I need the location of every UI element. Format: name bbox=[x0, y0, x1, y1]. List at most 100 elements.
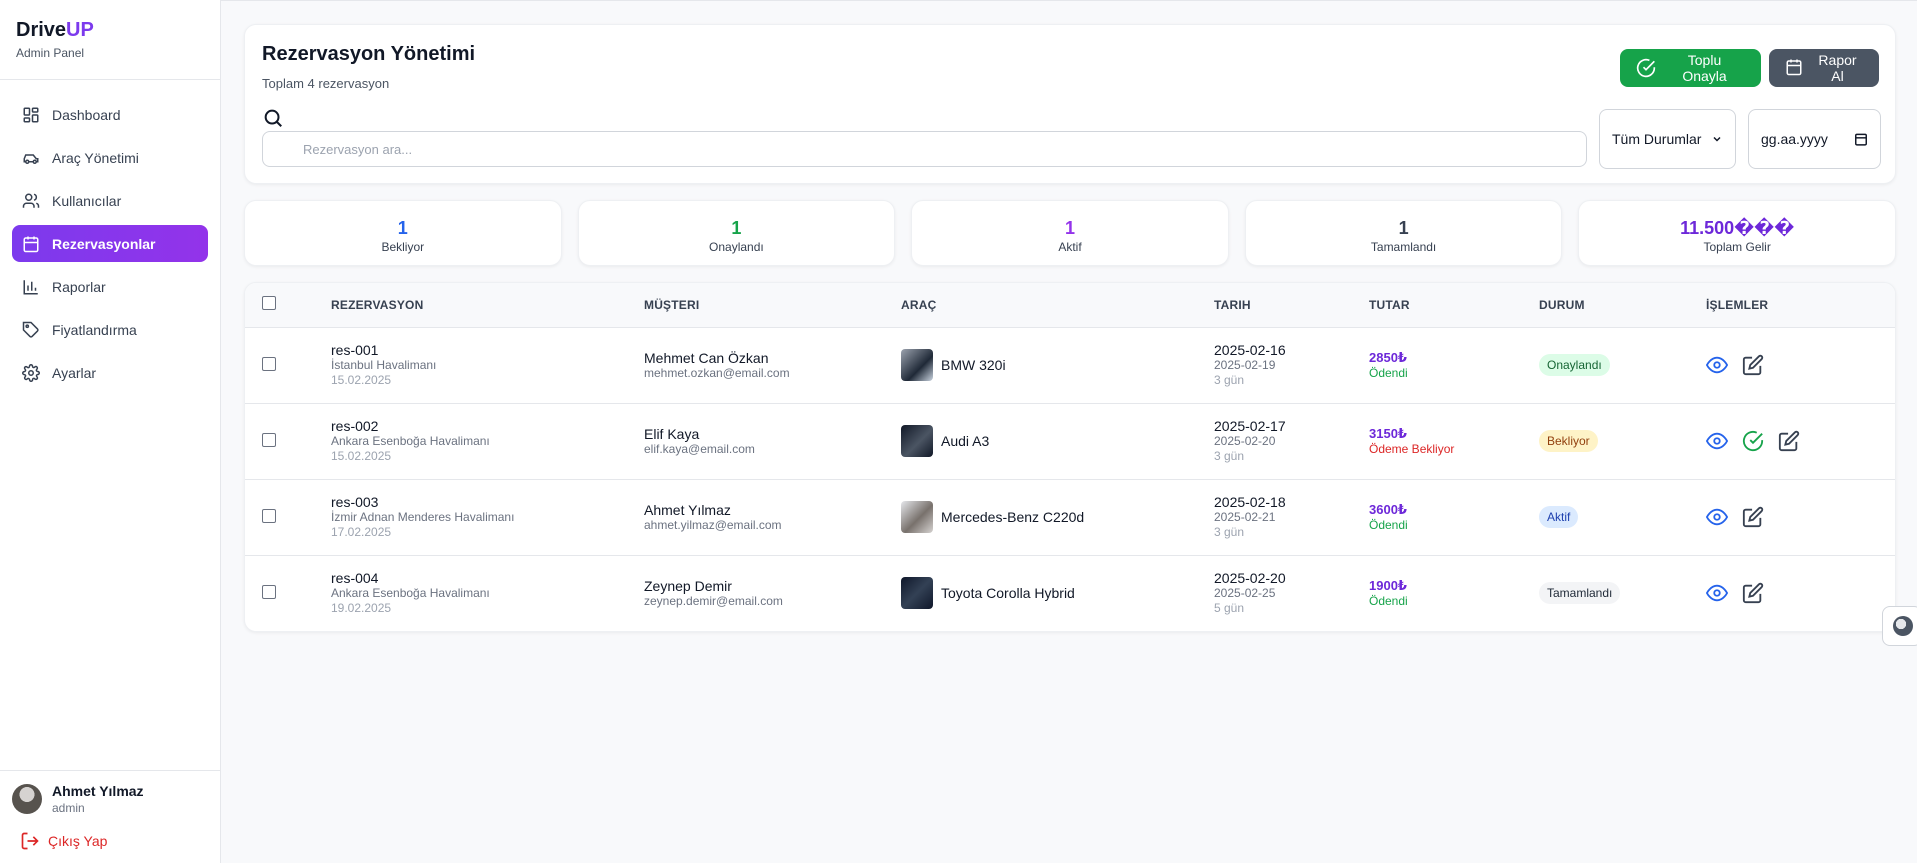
status-badge: Aktif bbox=[1539, 506, 1579, 528]
payment-status: Ödendi bbox=[1369, 518, 1408, 532]
table-header-row: REZERVASYON MÜŞTERI ARAÇ TARIH TUTAR DUR… bbox=[245, 283, 1895, 327]
bar-chart-icon bbox=[22, 278, 40, 296]
stat-card-revenue: 11.500��� Toplam Gelir bbox=[1578, 200, 1896, 266]
chevron-down-icon bbox=[1711, 133, 1723, 145]
sidebar-item-label: Raporlar bbox=[52, 278, 106, 295]
view-icon[interactable] bbox=[1706, 582, 1728, 604]
car-name: Mercedes-Benz C220d bbox=[941, 509, 1085, 525]
edit-icon[interactable] bbox=[1742, 506, 1764, 528]
payment-status: Ödendi bbox=[1369, 366, 1408, 380]
payment-status: Ödendi bbox=[1369, 594, 1408, 609]
view-icon[interactable] bbox=[1706, 430, 1728, 452]
report-button[interactable]: Rapor Al bbox=[1769, 49, 1879, 87]
stat-card-pending: 1 Bekliyor bbox=[244, 200, 562, 266]
sidebar-item-users[interactable]: Kullanıcılar bbox=[12, 182, 208, 219]
status-filter-select[interactable]: Tüm Durumlar bbox=[1599, 109, 1736, 169]
start-date: 2025-02-16 bbox=[1214, 342, 1286, 358]
reservations-table: REZERVASYON MÜŞTERI ARAÇ TARIH TUTAR DUR… bbox=[245, 283, 1895, 631]
check-circle-icon bbox=[1636, 58, 1656, 78]
pickup-location: İstanbul Havalimanı bbox=[331, 358, 437, 372]
reservation-id: res-002 bbox=[331, 418, 379, 434]
table-row[interactable]: res-004 Ankara Esenboğa Havalimanı 19.02… bbox=[245, 555, 1895, 631]
date-filter-placeholder: gg.aa.yyyy bbox=[1761, 131, 1828, 147]
col-header-status: DURUM bbox=[1539, 297, 1585, 312]
top-border bbox=[0, 0, 1917, 1]
stat-value: 1 bbox=[397, 218, 408, 238]
start-date: 2025-02-18 bbox=[1214, 494, 1286, 510]
sidebar-item-dashboard[interactable]: Dashboard bbox=[12, 96, 208, 133]
sidebar-nav: Dashboard Araç Yönetimi Kullanıcılar Rez… bbox=[0, 80, 220, 413]
sidebar-item-pricing[interactable]: Fiyatlandırma bbox=[12, 311, 208, 348]
col-header-date: TARIH bbox=[1214, 297, 1251, 312]
customer-name: Ahmet Yılmaz bbox=[644, 501, 731, 518]
pickup-location: İzmir Adnan Menderes Havalimanı bbox=[331, 510, 515, 524]
row-checkbox[interactable] bbox=[262, 508, 276, 523]
dashboard-icon bbox=[22, 106, 40, 124]
car-thumbnail bbox=[901, 425, 933, 457]
sidebar-item-reports[interactable]: Raporlar bbox=[12, 268, 208, 305]
user-role: admin bbox=[52, 801, 85, 815]
stat-label: Onaylandı bbox=[709, 240, 764, 254]
sidebar-item-vehicles[interactable]: Araç Yönetimi bbox=[12, 139, 208, 176]
logout-button[interactable]: Çıkış Yap bbox=[20, 831, 208, 851]
bulk-approve-button[interactable]: Toplu Onayla bbox=[1620, 49, 1761, 87]
customer-name: Elif Kaya bbox=[644, 425, 700, 442]
main-content: Rezervasyon Yönetimi Toplam 4 rezervasyo… bbox=[244, 24, 1896, 632]
car-icon bbox=[22, 149, 40, 167]
amount: 3600₺ bbox=[1369, 502, 1407, 517]
table-row[interactable]: res-002 Ankara Esenboğa Havalimanı 15.02… bbox=[245, 403, 1895, 479]
date-filter-input[interactable]: gg.aa.yyyy bbox=[1748, 109, 1881, 169]
status-badge: Bekliyor bbox=[1539, 430, 1598, 452]
end-date: 2025-02-20 bbox=[1214, 434, 1276, 448]
col-header-customer: MÜŞTERI bbox=[644, 297, 700, 312]
amount: 1900₺ bbox=[1369, 578, 1407, 594]
edit-icon[interactable] bbox=[1778, 430, 1800, 452]
brand: DriveUP Admin Panel bbox=[0, 0, 220, 80]
customer-name: Zeynep Demir bbox=[644, 577, 732, 594]
edit-icon[interactable] bbox=[1742, 354, 1764, 376]
customer-email: ahmet.yilmaz@email.com bbox=[644, 517, 782, 532]
customer-email: mehmet.ozkan@email.com bbox=[644, 365, 790, 380]
view-icon[interactable] bbox=[1706, 506, 1728, 528]
end-date: 2025-02-21 bbox=[1214, 510, 1276, 524]
approve-icon[interactable] bbox=[1742, 430, 1764, 452]
calendar-picker-icon[interactable] bbox=[1854, 132, 1868, 146]
floating-assistant-button[interactable] bbox=[1882, 606, 1917, 646]
created-date: 19.02.2025 bbox=[331, 601, 392, 616]
header-card: Rezervasyon Yönetimi Toplam 4 rezervasyo… bbox=[244, 24, 1896, 184]
row-checkbox[interactable] bbox=[262, 356, 276, 371]
view-icon[interactable] bbox=[1706, 354, 1728, 376]
reservation-id: res-004 bbox=[331, 570, 379, 587]
stat-label: Tamamlandı bbox=[1370, 240, 1437, 254]
calendar-icon bbox=[1785, 58, 1804, 78]
sidebar-item-reservations[interactable]: Rezervasyonlar bbox=[12, 225, 208, 262]
col-header-reservation: REZERVASYON bbox=[331, 297, 424, 312]
brand-subtitle: Admin Panel bbox=[16, 46, 85, 60]
created-date: 15.02.2025 bbox=[331, 373, 392, 387]
user-profile[interactable]: Ahmet Yılmaz admin bbox=[12, 783, 208, 815]
payment-status: Ödeme Bekliyor bbox=[1369, 442, 1455, 456]
col-header-amount: TUTAR bbox=[1369, 297, 1410, 312]
car-name: Toyota Corolla Hybrid bbox=[941, 585, 1075, 602]
stat-label: Bekliyor bbox=[381, 240, 425, 254]
search-input[interactable]: Rezervasyon ara... bbox=[262, 131, 1587, 167]
sidebar-item-settings[interactable]: Ayarlar bbox=[12, 354, 208, 391]
table-row[interactable]: res-003 İzmir Adnan Menderes Havalimanı … bbox=[245, 479, 1895, 555]
table-row[interactable]: res-001 İstanbul Havalimanı 15.02.2025 M… bbox=[245, 327, 1895, 403]
report-label: Rapor Al bbox=[1818, 52, 1857, 84]
reservation-id: res-001 bbox=[331, 342, 379, 358]
edit-icon[interactable] bbox=[1742, 582, 1764, 604]
brand-logo[interactable]: DriveUP bbox=[16, 18, 204, 42]
assistant-icon bbox=[1893, 616, 1913, 636]
select-all-checkbox[interactable] bbox=[262, 296, 276, 311]
sidebar-item-label: Araç Yönetimi bbox=[52, 149, 139, 166]
users-icon bbox=[22, 192, 40, 210]
row-checkbox[interactable] bbox=[262, 432, 276, 447]
sidebar-item-label: Fiyatlandırma bbox=[52, 321, 137, 338]
sidebar-item-label: Rezervasyonlar bbox=[52, 235, 156, 252]
row-checkbox[interactable] bbox=[262, 584, 276, 599]
stat-card-active: 1 Aktif bbox=[911, 200, 1229, 266]
reservations-table-card: REZERVASYON MÜŞTERI ARAÇ TARIH TUTAR DUR… bbox=[244, 282, 1896, 632]
duration: 3 gün bbox=[1214, 373, 1245, 387]
stat-value: 1 bbox=[1064, 218, 1075, 238]
